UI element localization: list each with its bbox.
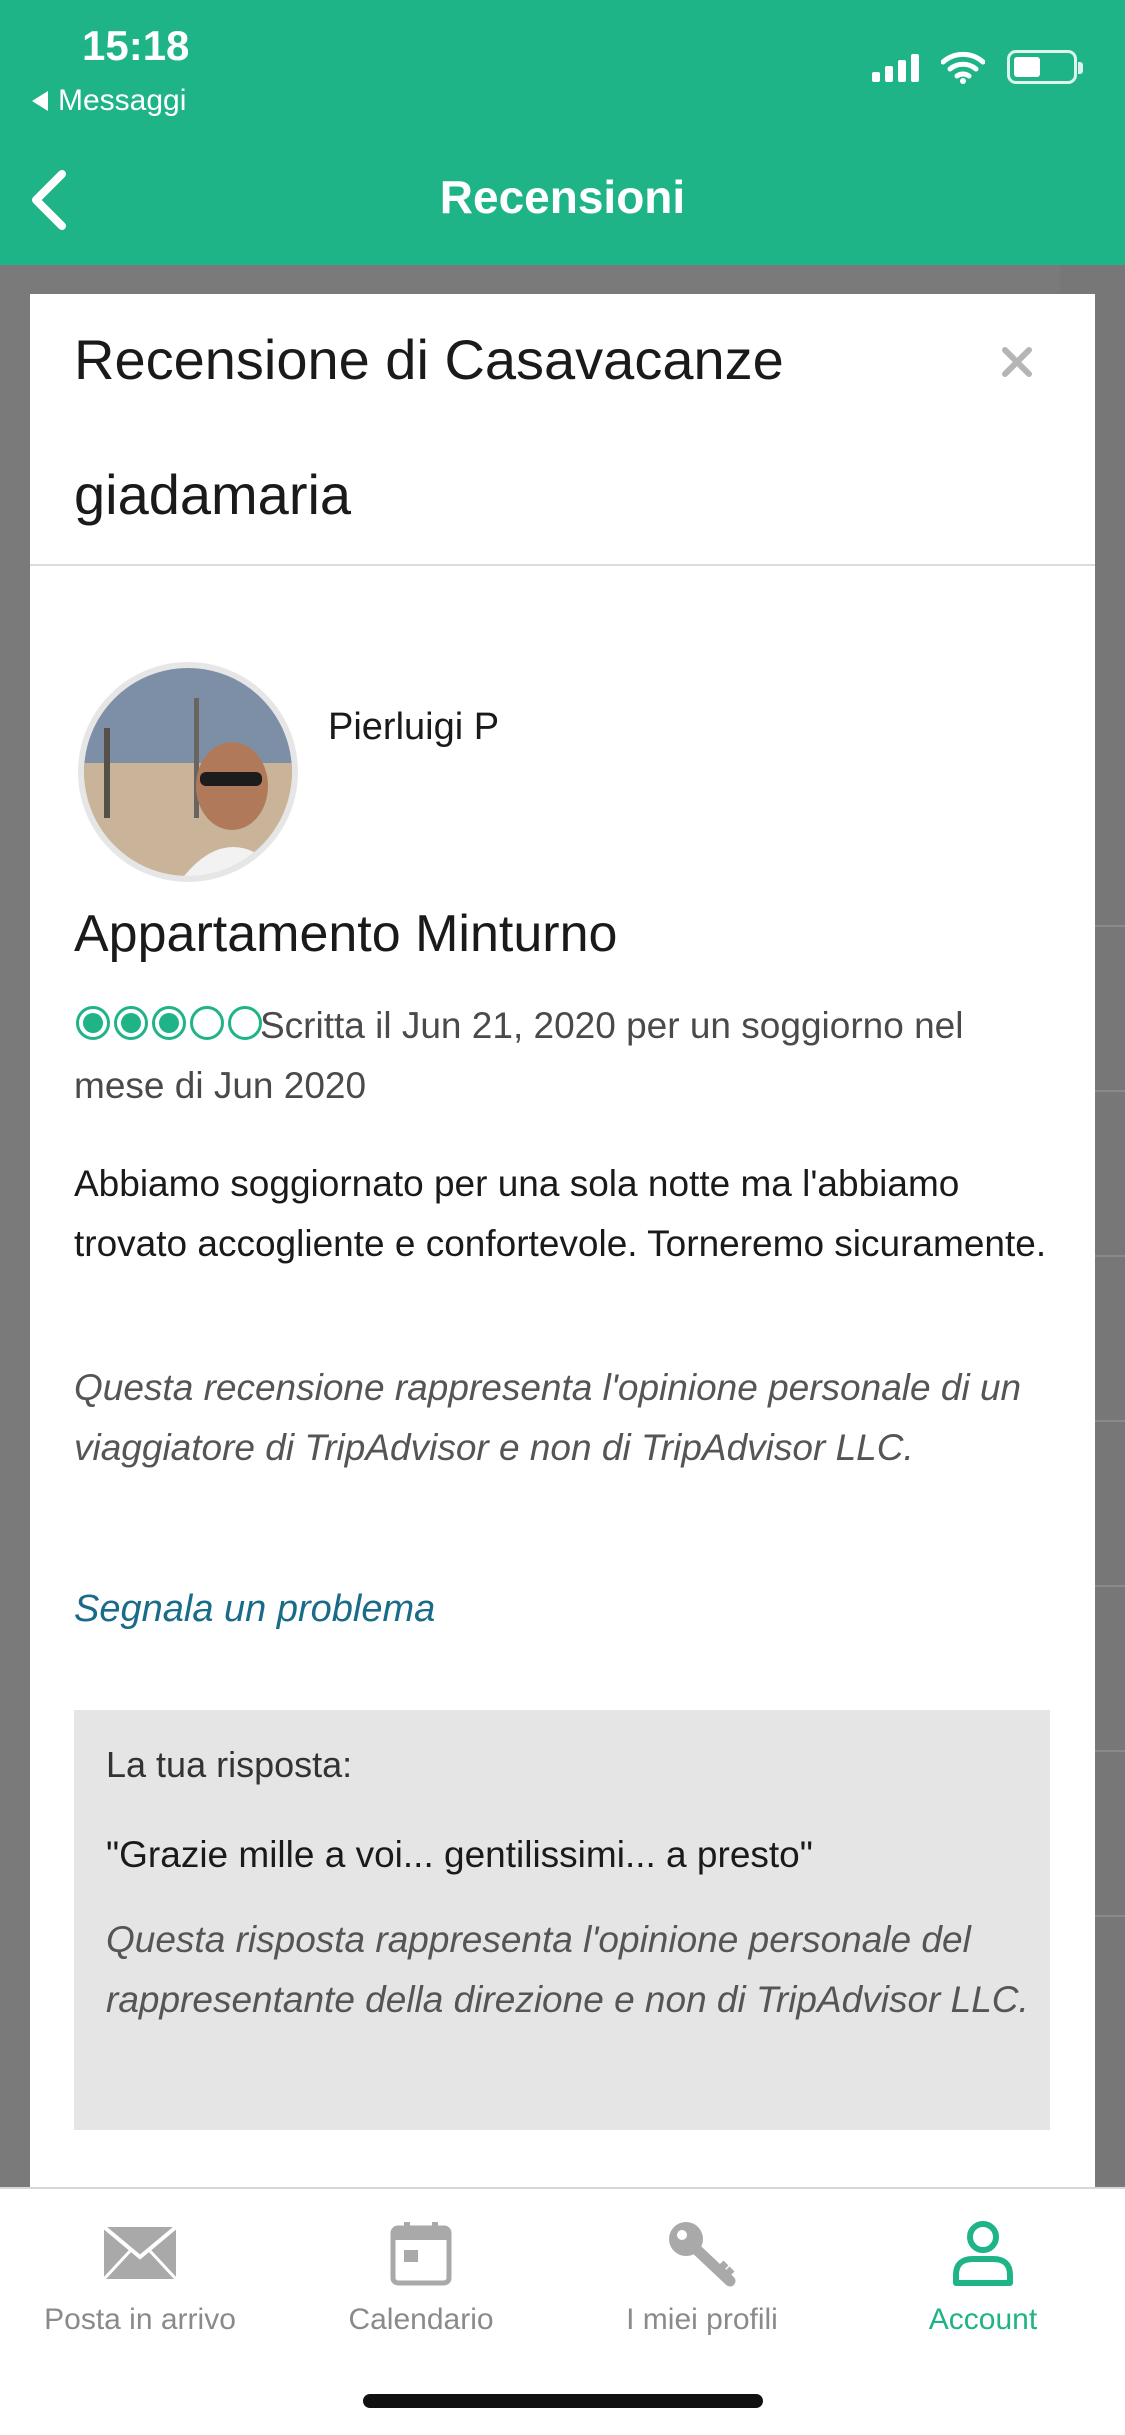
home-indicator[interactable] (363, 2394, 763, 2408)
response-disclaimer: Questa risposta rappresenta l'opinione p… (106, 1919, 1029, 2020)
modal-header: Recensione di Casavacanze giadamaria (30, 294, 1095, 566)
tab-label: Calendario (348, 2303, 494, 2336)
review-modal: Recensione di Casavacanze giadamaria Pie… (30, 294, 1095, 2190)
battery-icon (1007, 50, 1083, 84)
cellular-signal-icon (872, 52, 919, 82)
review-body: Abbiamo soggiornato per una sola notte m… (74, 1163, 1047, 1264)
page-title: Recensioni (439, 171, 686, 223)
response-text: "Grazie mille a voi... gentilissimi... a… (106, 1834, 813, 1875)
tab-my-profiles[interactable]: I miei profili (562, 2217, 842, 2337)
key-icon (669, 2222, 736, 2287)
person-icon (953, 2221, 1013, 2286)
envelope-icon (102, 2225, 178, 2281)
app-header: 15:18 Messaggi Recensioni (0, 0, 1125, 265)
review-meta: Scritta il Jun 21, 2020 per un soggiorno… (74, 1005, 964, 1106)
calendar-icon (390, 2222, 452, 2286)
owner-response: La tua risposta: "Grazie mille a voi... … (74, 1710, 1050, 2130)
response-label: La tua risposta: (106, 1744, 353, 1785)
back-to-app-link[interactable]: Messaggi (32, 84, 186, 118)
avatar (78, 662, 298, 882)
tab-label: Posta in arrivo (44, 2303, 236, 2336)
review-author[interactable]: Pierluigi P (328, 706, 499, 749)
tab-label: I miei profili (626, 2303, 778, 2336)
modal-title: Recensione di Casavacanze giadamaria (74, 328, 784, 526)
tab-calendar[interactable]: Calendario (281, 2217, 561, 2337)
back-app-label: Messaggi (58, 84, 187, 117)
report-problem-link[interactable]: Segnala un problema (74, 1588, 435, 1631)
tab-account[interactable]: Account (843, 2217, 1123, 2337)
tab-inbox[interactable]: Posta in arrivo (0, 2217, 280, 2337)
review-disclaimer: Questa recensione rappresenta l'opinione… (74, 1367, 1022, 1468)
review-title: Appartamento Minturno (74, 905, 618, 963)
back-triangle-icon (32, 91, 48, 111)
close-icon[interactable] (997, 342, 1037, 382)
status-icons (872, 50, 1083, 84)
wifi-icon (941, 51, 985, 84)
status-time: 15:18 (82, 22, 190, 69)
tab-label: Account (928, 2303, 1038, 2336)
